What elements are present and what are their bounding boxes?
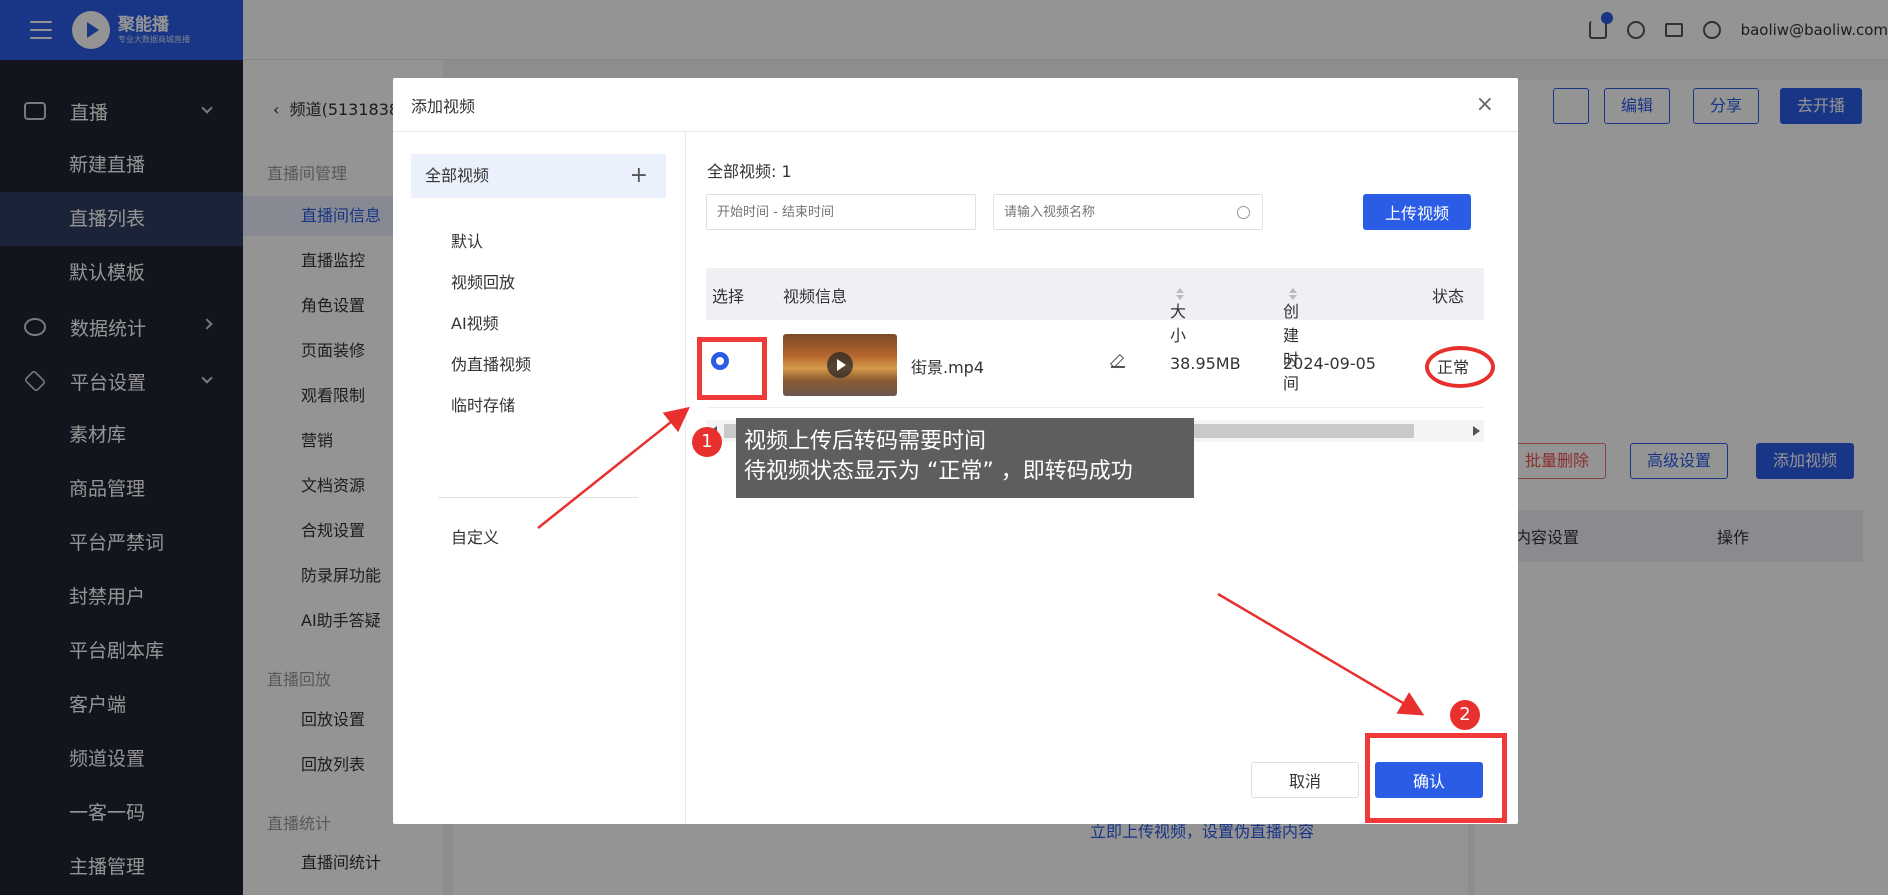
video-search-input[interactable] <box>993 194 1263 230</box>
folder-replay[interactable]: 视频回放 <box>451 269 515 293</box>
highlight-select-box <box>697 337 767 400</box>
add-folder-icon[interactable]: + <box>630 154 648 198</box>
video-name: 街景.mp4 <box>911 358 985 377</box>
folder-label: 全部视频 <box>425 166 490 185</box>
folder-panel: 全部视频 + 默认 视频回放 AI视频 伪直播视频 临时存储 自定义 <box>393 132 686 824</box>
step-1-badge: 1 <box>692 427 722 457</box>
folder-all-videos[interactable]: 全部视频 + <box>411 154 666 198</box>
highlight-confirm-box <box>1365 733 1507 823</box>
folder-default[interactable]: 默认 <box>451 228 483 252</box>
total-videos: 全部视频: 1 <box>707 158 792 182</box>
th-created[interactable]: 创建时间 <box>1283 283 1299 393</box>
play-icon[interactable] <box>827 352 853 378</box>
folder-divider <box>438 497 638 498</box>
cancel-button[interactable]: 取消 <box>1251 762 1359 798</box>
date-range-input[interactable] <box>706 194 976 230</box>
video-table-header: 选择 视频信息 大小 创建时间 状态 <box>706 268 1484 393</box>
th-video-info: 视频信息 <box>783 287 848 306</box>
scroll-right-icon[interactable] <box>1473 426 1480 436</box>
folder-pseudo-live[interactable]: 伪直播视频 <box>451 351 531 375</box>
annotation-tooltip: 视频上传后转码需要时间 待视频状态显示为 “正常” ，即转码成功 <box>736 418 1194 498</box>
sort-icon[interactable] <box>1176 287 1184 300</box>
step-2-badge: 2 <box>1450 700 1480 730</box>
table-row[interactable]: 街景.mp4 38.95MB 2024-09-05 正常 <box>706 320 1484 408</box>
folder-custom[interactable]: 自定义 <box>451 524 499 548</box>
th-select: 选择 <box>712 287 745 306</box>
total-count: 1 <box>781 162 792 181</box>
dialog-title: 添加视频 <box>411 96 476 116</box>
video-created: 2024-09-05 <box>1283 354 1376 373</box>
search-icon[interactable] <box>1237 206 1250 219</box>
upload-video-button[interactable]: 上传视频 <box>1363 194 1471 230</box>
edit-icon[interactable] <box>1111 354 1125 368</box>
dialog-header: 添加视频 × <box>393 78 1518 132</box>
video-thumbnail[interactable] <box>783 334 897 396</box>
highlight-status-ellipse <box>1425 346 1495 388</box>
folder-temp-storage[interactable]: 临时存储 <box>451 392 515 416</box>
sort-icon[interactable] <box>1289 287 1297 300</box>
tooltip-line-2: 待视频状态显示为 “正常” ，即转码成功 <box>744 459 1133 484</box>
close-icon[interactable]: × <box>1476 92 1494 117</box>
th-size[interactable]: 大小 <box>1170 283 1186 345</box>
total-label: 全部视频: <box>707 162 777 181</box>
folder-ai-video[interactable]: AI视频 <box>451 310 499 334</box>
th-status: 状态 <box>1432 287 1465 306</box>
tooltip-line-1: 视频上传后转码需要时间 <box>744 429 987 454</box>
video-size: 38.95MB <box>1170 354 1241 373</box>
